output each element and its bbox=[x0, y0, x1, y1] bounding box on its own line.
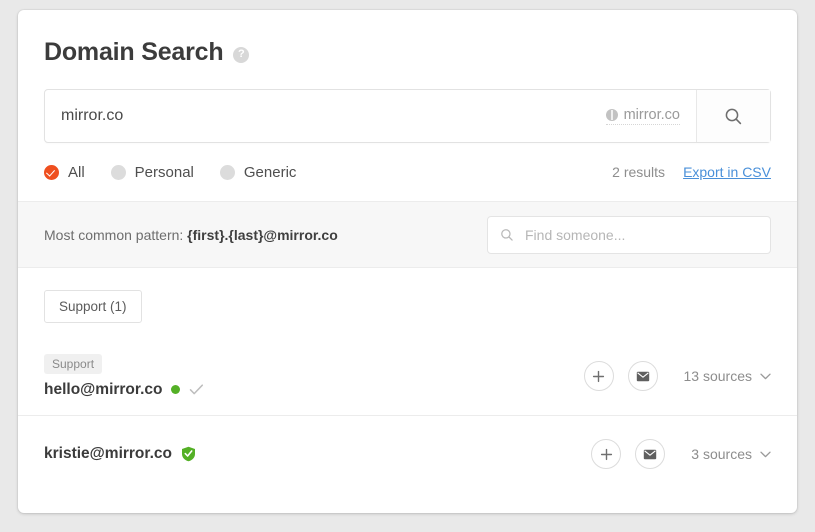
sources-dropdown[interactable]: 13 sources bbox=[684, 368, 771, 384]
filter-radio-all[interactable]: All bbox=[44, 164, 85, 181]
table-row: Support hello@mirror.co 13 sources bbox=[18, 337, 797, 415]
results-summary: 2 results Export in CSV bbox=[612, 164, 771, 180]
help-circle-icon[interactable]: ? bbox=[233, 46, 250, 63]
filter-label-generic: Generic bbox=[243, 163, 297, 181]
send-email-button[interactable] bbox=[635, 439, 666, 469]
table-row: kristie@mirror.co 3 sources bbox=[18, 415, 797, 492]
check-icon bbox=[190, 384, 204, 395]
app-page: Domain Search ? mirror.co mirror.co All … bbox=[0, 0, 815, 532]
email-address[interactable]: hello@mirror.co bbox=[44, 381, 162, 399]
chevron-down-icon bbox=[760, 373, 771, 379]
domain-chip-label: mirror.co bbox=[623, 107, 680, 123]
result-actions: 3 sources bbox=[591, 439, 771, 469]
pattern-band: Most common pattern: {first}.{last}@mirr… bbox=[18, 201, 797, 268]
add-to-list-button[interactable] bbox=[583, 361, 614, 391]
find-someone-box bbox=[487, 215, 771, 254]
department-tabs: Support (1) bbox=[18, 268, 797, 323]
chevron-down-icon bbox=[760, 451, 771, 457]
search-submit-button[interactable] bbox=[696, 90, 770, 142]
filters-row: All Personal Generic 2 results Export in… bbox=[44, 143, 771, 201]
shield-check-icon bbox=[181, 446, 195, 462]
filter-radio-group: All Personal Generic bbox=[44, 164, 296, 181]
sources-label: 13 sources bbox=[683, 368, 752, 384]
domain-search-input[interactable] bbox=[61, 107, 596, 125]
email-line: hello@mirror.co bbox=[44, 381, 204, 399]
filter-radio-generic[interactable]: Generic bbox=[219, 163, 297, 181]
filter-label-personal: Personal bbox=[134, 163, 194, 181]
envelope-icon bbox=[636, 371, 649, 381]
add-to-list-button[interactable] bbox=[591, 439, 622, 469]
domain-search-bar: mirror.co bbox=[44, 89, 771, 143]
globe-icon bbox=[605, 109, 618, 121]
sources-label: 3 sources bbox=[691, 446, 752, 462]
search-icon bbox=[725, 108, 742, 124]
radio-selected-icon bbox=[44, 164, 59, 180]
domain-chip: mirror.co bbox=[605, 107, 680, 125]
sources-dropdown[interactable]: 3 sources bbox=[691, 446, 771, 462]
filter-radio-personal[interactable]: Personal bbox=[110, 163, 194, 181]
send-email-button[interactable] bbox=[627, 361, 658, 391]
department-tab-support[interactable]: Support (1) bbox=[44, 290, 142, 323]
pattern-prefix: Most common pattern: bbox=[44, 226, 188, 243]
domain-search-card: Domain Search ? mirror.co mirror.co All … bbox=[18, 10, 797, 513]
result-identity: Support hello@mirror.co bbox=[44, 353, 204, 399]
export-csv-link[interactable]: Export in CSV bbox=[683, 164, 771, 180]
plus-icon bbox=[592, 370, 605, 382]
search-input-wrap: mirror.co bbox=[45, 90, 696, 142]
result-actions: 13 sources bbox=[583, 361, 771, 391]
plus-icon bbox=[600, 448, 612, 460]
search-icon bbox=[501, 228, 513, 241]
radio-unselected-icon bbox=[110, 164, 126, 180]
envelope-icon bbox=[644, 449, 657, 459]
result-identity: kristie@mirror.co bbox=[44, 445, 196, 463]
card-header: Domain Search ? bbox=[18, 10, 797, 67]
green-dot-icon bbox=[171, 385, 181, 394]
pattern-value: {first}.{last}@mirror.co bbox=[187, 226, 338, 243]
email-line: kristie@mirror.co bbox=[44, 445, 196, 463]
department-badge: Support bbox=[44, 353, 103, 374]
filter-label-all: All bbox=[68, 163, 85, 181]
page-title: Domain Search bbox=[44, 38, 224, 66]
radio-unselected-icon bbox=[219, 164, 235, 180]
title-row: Domain Search ? bbox=[44, 38, 771, 67]
find-someone-input[interactable] bbox=[523, 225, 758, 244]
common-pattern-text: Most common pattern: {first}.{last}@mirr… bbox=[44, 227, 338, 243]
email-address[interactable]: kristie@mirror.co bbox=[44, 445, 172, 463]
results-count: 2 results bbox=[612, 164, 666, 180]
